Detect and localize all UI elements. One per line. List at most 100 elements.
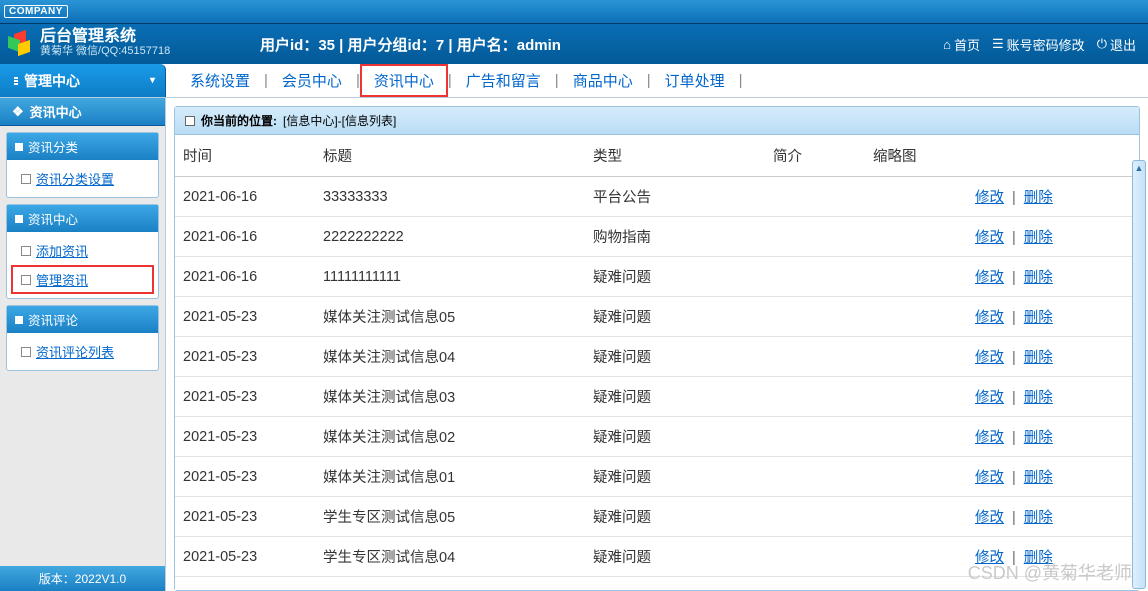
table-row: 2021-05-23媒体关注测试信息05疑难问题修改|删除 xyxy=(175,297,1139,337)
tab-4[interactable]: 商品中心 xyxy=(559,64,647,97)
cell-title: 学生专区测试信息04 xyxy=(315,537,585,577)
cell-actions: 修改|删除 xyxy=(965,497,1139,537)
cell-time: 2021-05-23 xyxy=(175,377,315,417)
mgmt-tab-label: 管理中心 xyxy=(24,71,80,91)
top-tabs: 系统设置|会员中心|资讯中心|广告和留言|商品中心|订单处理| xyxy=(166,64,743,97)
logo-icon xyxy=(8,32,32,56)
edit-link[interactable]: 修改 xyxy=(975,470,1004,486)
edit-link[interactable]: 修改 xyxy=(975,310,1004,326)
sidebar-item-2-0[interactable]: 资讯评论列表 xyxy=(7,337,158,366)
col-1: 标题 xyxy=(315,135,585,177)
cell-intro xyxy=(765,337,865,377)
action-sep: | xyxy=(1006,470,1022,486)
cell-actions: 修改|删除 xyxy=(965,257,1139,297)
panel-body: 资讯分类设置 xyxy=(7,160,158,197)
edit-link[interactable]: 修改 xyxy=(975,190,1004,206)
table-wrap: 时间标题类型简介缩略图 2021-06-1633333333平台公告修改|删除2… xyxy=(175,135,1139,590)
cell-title: 学生专区测试信息05 xyxy=(315,497,585,537)
cell-actions: 修改|删除 xyxy=(965,537,1139,577)
table-row: 2021-05-23媒体关注测试信息03疑难问题修改|删除 xyxy=(175,377,1139,417)
delete-link[interactable]: 删除 xyxy=(1024,350,1053,366)
delete-link[interactable]: 删除 xyxy=(1024,470,1053,486)
sidebar-title-icon: ❖ xyxy=(12,104,24,120)
cell-type: 疑难问题 xyxy=(585,337,765,377)
action-sep: | xyxy=(1006,350,1022,366)
panel-body: 资讯评论列表 xyxy=(7,333,158,370)
cell-title: 媒体关注测试信息02 xyxy=(315,417,585,457)
mgmt-tab[interactable]: 管理中心 ▾ xyxy=(0,64,166,97)
company-tag: COMPANY xyxy=(4,5,68,18)
breadcrumb: 你当前的位置: [信息中心]-[信息列表] xyxy=(175,107,1139,135)
item-label: 资讯评论列表 xyxy=(36,342,114,361)
home-label: 首页 xyxy=(954,35,980,54)
panel-icon xyxy=(15,316,23,324)
cell-title: 媒体关注测试信息05 xyxy=(315,297,585,337)
item-icon xyxy=(21,275,31,285)
delete-link[interactable]: 删除 xyxy=(1024,310,1053,326)
delete-link[interactable]: 删除 xyxy=(1024,270,1053,286)
table-row: 2021-05-23学生专区测试信息04疑难问题修改|删除 xyxy=(175,537,1139,577)
cell-type: 疑难问题 xyxy=(585,457,765,497)
delete-link[interactable]: 删除 xyxy=(1024,390,1053,406)
tab-0[interactable]: 系统设置 xyxy=(176,64,264,97)
panel-title: 资讯中心 xyxy=(28,209,78,228)
tab-3[interactable]: 广告和留言 xyxy=(452,64,555,97)
edit-link[interactable]: 修改 xyxy=(975,510,1004,526)
scrollbar-vertical[interactable]: ▲ xyxy=(1132,160,1146,589)
cell-time: 2021-05-23 xyxy=(175,457,315,497)
cell-intro xyxy=(765,177,865,217)
panel-title: 资讯分类 xyxy=(28,137,78,156)
delete-link[interactable]: 删除 xyxy=(1024,190,1053,206)
delete-link[interactable]: 删除 xyxy=(1024,230,1053,246)
edit-link[interactable]: 修改 xyxy=(975,230,1004,246)
tab-2[interactable]: 资讯中心 xyxy=(360,64,448,97)
sidebar-item-1-0[interactable]: 添加资讯 xyxy=(7,236,158,265)
tab-1[interactable]: 会员中心 xyxy=(268,64,356,97)
cell-intro xyxy=(765,457,865,497)
password-link[interactable]: ☰账号密码修改 xyxy=(988,35,1089,54)
cell-intro xyxy=(765,257,865,297)
item-label: 资讯分类设置 xyxy=(36,169,114,188)
edit-link[interactable]: 修改 xyxy=(975,270,1004,286)
cell-thumb xyxy=(865,257,965,297)
panel-body: 添加资讯管理资讯 xyxy=(7,232,158,298)
item-icon xyxy=(21,246,31,256)
cell-thumb xyxy=(865,497,965,537)
app-title: 后台管理系统 xyxy=(40,29,170,45)
scroll-up-icon[interactable]: ▲ xyxy=(1133,161,1145,175)
sidebar-item-1-1[interactable]: 管理资讯 xyxy=(11,265,154,294)
exit-link[interactable]: ⏻退出 xyxy=(1093,35,1140,54)
home-link[interactable]: ⌂首页 xyxy=(939,35,984,54)
panel-head-2: 资讯评论 xyxy=(7,306,158,333)
app-header: 后台管理系统 黄菊华 微信/QQ:45157718 用户id：35 | 用户分组… xyxy=(0,24,1148,64)
breadcrumb-path: [信息中心]-[信息列表] xyxy=(283,112,396,129)
action-sep: | xyxy=(1006,430,1022,446)
sidebar-item-0-0[interactable]: 资讯分类设置 xyxy=(7,164,158,193)
cell-thumb xyxy=(865,377,965,417)
nav-row: 管理中心 ▾ 系统设置|会员中心|资讯中心|广告和留言|商品中心|订单处理| xyxy=(0,64,1148,98)
col-2: 类型 xyxy=(585,135,765,177)
cell-title: 11111111111 xyxy=(315,257,585,297)
col-0: 时间 xyxy=(175,135,315,177)
header-right: ⌂首页 ☰账号密码修改 ⏻退出 xyxy=(939,35,1140,54)
cell-intro xyxy=(765,497,865,537)
cell-actions: 修改|删除 xyxy=(965,457,1139,497)
panel-icon xyxy=(15,143,23,151)
edit-link[interactable]: 修改 xyxy=(975,430,1004,446)
tab-5[interactable]: 订单处理 xyxy=(651,64,739,97)
col-5 xyxy=(965,135,1139,177)
action-sep: | xyxy=(1006,190,1022,206)
delete-link[interactable]: 删除 xyxy=(1024,550,1053,566)
app-author: 黄菊华 微信/QQ:45157718 xyxy=(40,45,170,58)
tab-sep: | xyxy=(739,72,743,89)
cell-actions: 修改|删除 xyxy=(965,297,1139,337)
delete-link[interactable]: 删除 xyxy=(1024,430,1053,446)
delete-link[interactable]: 删除 xyxy=(1024,510,1053,526)
item-icon xyxy=(21,174,31,184)
pager: 首页 上页 下页 尾页 34 条数据 | 总 4 页 | 当前 1 页 xyxy=(175,577,1139,590)
edit-link[interactable]: 修改 xyxy=(975,550,1004,566)
edit-link[interactable]: 修改 xyxy=(975,390,1004,406)
cell-thumb xyxy=(865,337,965,377)
cell-title: 媒体关注测试信息03 xyxy=(315,377,585,417)
edit-link[interactable]: 修改 xyxy=(975,350,1004,366)
